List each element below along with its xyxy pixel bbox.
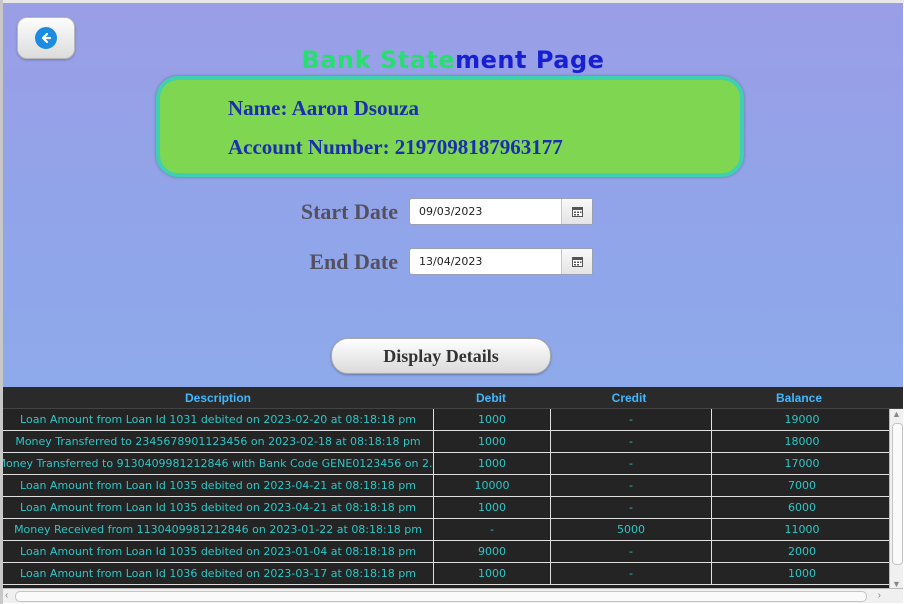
start-date-picker[interactable]: 09/03/2023 bbox=[409, 198, 593, 225]
table-row[interactable]: Loan Amount from Loan Id 1031 debited on… bbox=[3, 409, 903, 431]
scroll-left-icon[interactable]: ‹ bbox=[5, 589, 8, 603]
scroll-up-icon[interactable]: ▲ bbox=[890, 409, 903, 419]
cell-credit: - bbox=[551, 475, 712, 496]
table-row[interactable]: Money Received from 1130409981212846 on … bbox=[3, 519, 903, 541]
calendar-icon bbox=[571, 206, 583, 217]
table-row[interactable]: Money Transferred to 2345678901123456 on… bbox=[3, 431, 903, 453]
statement-table: Description Debit Credit Balance Loan Am… bbox=[3, 387, 903, 603]
cell-description: Money Transferred to 2345678901123456 on… bbox=[3, 431, 434, 452]
cell-balance: 11000 bbox=[784, 523, 820, 536]
account-number: Account Number: 2197098187963177 bbox=[228, 135, 563, 159]
start-date-input[interactable]: 09/03/2023 bbox=[410, 199, 561, 224]
cell-balance: 19000 bbox=[784, 413, 820, 426]
bank-statement-window: Bank Statement Page Name: Aaron Dsouza A… bbox=[3, 3, 903, 603]
account-name: Name: Aaron Dsouza bbox=[228, 96, 419, 120]
cell-credit: - bbox=[551, 563, 712, 584]
cell-debit: 9000 bbox=[434, 541, 551, 562]
column-header-balance[interactable]: Balance bbox=[709, 387, 889, 408]
cell-credit: - bbox=[551, 497, 712, 518]
table-header: Description Debit Credit Balance bbox=[3, 387, 903, 409]
cell-balance: 6000 bbox=[788, 501, 816, 514]
table-row[interactable]: Loan Amount from Loan Id 1036 debited on… bbox=[3, 563, 903, 585]
cell-debit: 1000 bbox=[434, 453, 551, 474]
end-date-label: End Date bbox=[309, 249, 398, 274]
start-date-calendar-button[interactable] bbox=[561, 199, 592, 224]
cell-debit: 1000 bbox=[434, 497, 551, 518]
cell-credit: - bbox=[551, 409, 712, 430]
table-row[interactable]: Loan Amount from Loan Id 1035 debited on… bbox=[3, 475, 903, 497]
column-header-description[interactable]: Description bbox=[3, 387, 433, 408]
cell-balance: 2000 bbox=[788, 545, 816, 558]
cell-balance: 7000 bbox=[788, 479, 816, 492]
cell-credit: - bbox=[551, 541, 712, 562]
column-header-credit[interactable]: Credit bbox=[549, 387, 709, 408]
cell-description: Loan Amount from Loan Id 1035 debited on… bbox=[3, 497, 434, 518]
vertical-scrollbar[interactable]: ▲ ▼ bbox=[889, 409, 903, 589]
cell-credit: - bbox=[551, 431, 712, 452]
cell-description: Loan Amount from Loan Id 1035 debited on… bbox=[3, 475, 434, 496]
vertical-scroll-thumb[interactable] bbox=[892, 423, 903, 565]
cell-balance: 18000 bbox=[784, 435, 820, 448]
start-date-label: Start Date bbox=[300, 199, 398, 224]
table-row[interactable]: Money Transferred to 9130409981212846 wi… bbox=[3, 453, 903, 475]
cell-debit: 1000 bbox=[434, 431, 551, 452]
horizontal-scroll-thumb[interactable] bbox=[15, 591, 867, 602]
cell-credit: 5000 bbox=[551, 519, 712, 540]
account-info-card: Name: Aaron Dsouza Account Number: 21970… bbox=[156, 76, 744, 177]
cell-description: Loan Amount from Loan Id 1031 debited on… bbox=[3, 409, 434, 430]
cell-debit: 10000 bbox=[434, 475, 551, 496]
page-title-part2: ment Page bbox=[455, 46, 605, 74]
cell-description: Loan Amount from Loan Id 1036 debited on… bbox=[3, 563, 434, 584]
end-date-input[interactable]: 13/04/2023 bbox=[410, 249, 561, 274]
cell-description: Loan Amount from Loan Id 1035 debited on… bbox=[3, 541, 434, 562]
page-title-part1: Bank State bbox=[301, 46, 456, 74]
cell-debit: - bbox=[434, 519, 551, 540]
column-header-debit[interactable]: Debit bbox=[433, 387, 549, 408]
cell-debit: 1000 bbox=[434, 563, 551, 584]
cell-debit: 1000 bbox=[434, 409, 551, 430]
cell-credit: - bbox=[551, 453, 712, 474]
table-row[interactable]: Loan Amount from Loan Id 1035 debited on… bbox=[3, 497, 903, 519]
table-row[interactable]: Loan Amount from Loan Id 1035 debited on… bbox=[3, 541, 903, 563]
calendar-icon bbox=[571, 256, 583, 267]
display-details-button[interactable]: Display Details bbox=[331, 338, 551, 374]
end-date-picker[interactable]: 13/04/2023 bbox=[409, 248, 593, 275]
cell-balance: 17000 bbox=[784, 457, 820, 470]
cell-balance: 1000 bbox=[788, 567, 816, 580]
scroll-right-icon[interactable]: › bbox=[878, 589, 881, 603]
cell-description: Money Transferred to 9130409981212846 wi… bbox=[3, 453, 434, 474]
horizontal-scrollbar[interactable]: ‹ › bbox=[3, 588, 903, 603]
page-title: Bank Statement Page bbox=[3, 46, 903, 74]
end-date-calendar-button[interactable] bbox=[561, 249, 592, 274]
cell-description: Money Received from 1130409981212846 on … bbox=[3, 519, 434, 540]
